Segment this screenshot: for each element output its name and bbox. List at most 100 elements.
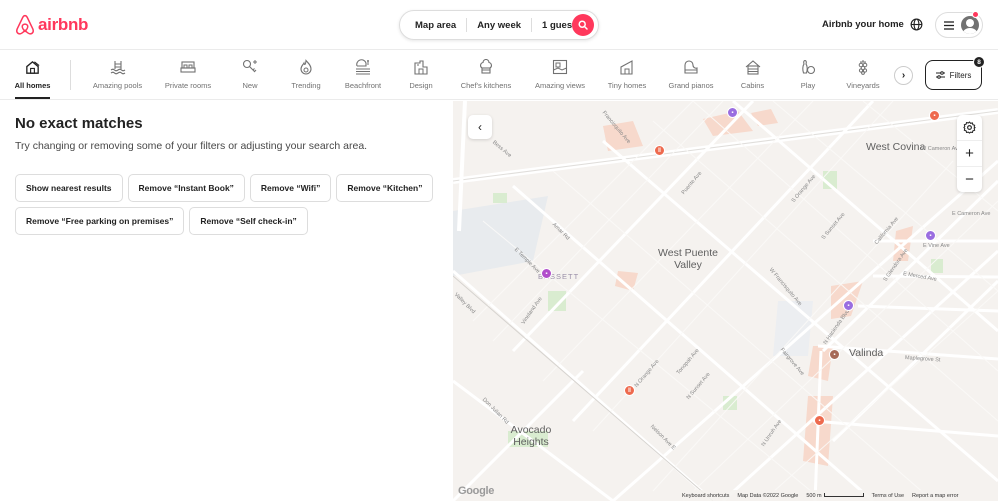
airbnb-logo[interactable]: airbnb — [15, 14, 88, 36]
map-scale-label: 500 m — [806, 492, 822, 499]
category-private-rooms[interactable]: Private rooms — [162, 58, 214, 90]
category-all-homes[interactable]: All homes — [15, 58, 50, 90]
category-play[interactable]: Play — [799, 58, 817, 90]
category-divider — [70, 60, 71, 90]
category-vineyards[interactable]: Vineyards — [845, 58, 881, 90]
poi-restaurant-icon[interactable]: ǁ — [654, 145, 665, 156]
minus-icon: − — [965, 171, 974, 188]
bed-icon — [179, 58, 197, 76]
category-trending[interactable]: Trending — [289, 58, 323, 90]
chevron-right-icon: › — [901, 70, 906, 81]
host-link[interactable]: Airbnb your home — [822, 19, 904, 30]
place-label-avocado-heights: Avocado Heights — [510, 424, 552, 448]
category-amazing-views[interactable]: Amazing views — [533, 58, 587, 90]
category-label: Amazing pools — [92, 81, 143, 90]
flame-icon — [297, 58, 315, 76]
piano-icon — [682, 58, 700, 76]
key-sparkle-icon — [241, 58, 259, 76]
landscape-frame-icon — [551, 58, 569, 76]
search-icon — [578, 20, 588, 30]
category-label: All homes — [14, 81, 51, 90]
sliders-icon — [935, 71, 945, 79]
globe-icon — [910, 18, 923, 31]
poi-shopping-icon[interactable]: ▪ — [727, 107, 738, 118]
category-next-button[interactable]: › — [894, 66, 913, 85]
poi-restaurant-icon[interactable]: ǁ — [624, 385, 635, 396]
remove-wifi-button[interactable]: Remove “Wifi” — [249, 174, 332, 202]
category-label: Vineyards — [846, 81, 880, 90]
street-label: W Cameron Ave — [921, 146, 961, 152]
category-beachfront[interactable]: Beachfront — [343, 58, 383, 90]
place-label-west-covina: West Covina — [866, 141, 926, 153]
terms-link[interactable]: Terms of Use — [872, 493, 904, 499]
logo-text: airbnb — [38, 15, 89, 34]
poi-store-icon[interactable]: ▪ — [929, 110, 940, 121]
category-design[interactable]: Design — [408, 58, 434, 90]
place-label-west-puente-valley: West Puente Valley — [658, 247, 718, 271]
category-label: Cabins — [740, 81, 765, 90]
filters-label: Filters — [949, 70, 972, 80]
remove-instant-book-button[interactable]: Remove “Instant Book” — [127, 174, 245, 202]
category-label: Beachfront — [344, 81, 382, 90]
street-label: E Cameron Ave — [952, 211, 991, 217]
cabin-icon — [744, 58, 762, 76]
category-label: Trending — [291, 81, 321, 90]
remove-free-parking-button[interactable]: Remove “Free parking on premises” — [15, 207, 185, 235]
category-new[interactable]: New — [240, 58, 260, 90]
show-nearest-results-button[interactable]: Show nearest results — [15, 174, 123, 202]
keyboard-shortcuts-link[interactable]: Keyboard shortcuts — [682, 493, 729, 499]
results-panel: No exact matches Try changing or removin… — [0, 101, 453, 501]
poi-cafe-icon[interactable]: ▪ — [829, 349, 840, 360]
poi-shopping-icon[interactable]: ▪ — [843, 300, 854, 311]
zoom-out-button[interactable]: − — [957, 167, 982, 192]
street-label: E Vine Ave — [923, 243, 950, 249]
category-grand-pianos[interactable]: Grand pianos — [667, 58, 715, 90]
results-title: No exact matches — [15, 115, 143, 132]
map-attribution: Keyboard shortcuts Map Data ©2022 Google… — [679, 490, 962, 501]
map[interactable]: West Covina West Puente Valley BASSETT V… — [453, 101, 998, 501]
poi-store-icon[interactable]: ▪ — [814, 415, 825, 426]
search-bar[interactable]: Map area Any week 1 guest — [399, 10, 599, 40]
hamburger-menu-icon — [944, 20, 954, 30]
map-controls: + − — [957, 115, 982, 192]
map-settings-button[interactable] — [957, 115, 982, 141]
filters-count-badge: 8 — [973, 56, 985, 68]
search-dates[interactable]: Any week — [477, 20, 531, 31]
active-category-underline — [15, 97, 50, 99]
poi-shopping-icon[interactable]: ▪ — [541, 268, 552, 279]
plus-icon: + — [965, 145, 974, 162]
report-map-error-link[interactable]: Report a map error — [912, 493, 958, 499]
zoom-in-button[interactable]: + — [957, 141, 982, 167]
remove-self-check-in-button[interactable]: Remove “Self check-in” — [189, 207, 308, 235]
category-label: Chef's kitchens — [460, 81, 512, 90]
category-cabins[interactable]: Cabins — [740, 58, 765, 90]
remove-kitchen-button[interactable]: Remove “Kitchen” — [336, 174, 434, 202]
house-stack-icon — [24, 58, 42, 76]
category-label: Grand pianos — [668, 81, 714, 90]
filters-button[interactable]: Filters 8 — [925, 56, 985, 90]
category-amazing-pools[interactable]: Amazing pools — [90, 58, 145, 90]
beach-umbrella-icon — [354, 58, 372, 76]
poi-shopping-icon[interactable]: ▪ — [925, 230, 936, 241]
bowling-icon — [799, 58, 817, 76]
category-label: Play — [800, 81, 816, 90]
scale-bar — [823, 493, 864, 498]
collapse-map-button[interactable]: ‹ — [468, 115, 492, 139]
category-tiny-homes[interactable]: Tiny homes — [606, 58, 648, 90]
design-building-icon — [412, 58, 430, 76]
user-menu-button[interactable] — [935, 11, 983, 38]
language-button[interactable] — [910, 18, 923, 36]
top-header: airbnb Map area Any week 1 guest Airbnb … — [0, 0, 998, 50]
airbnb-belo-icon — [15, 14, 35, 35]
category-label: Amazing views — [534, 81, 586, 90]
notification-dot — [972, 11, 979, 18]
chevron-left-icon: ‹ — [478, 120, 482, 134]
search-location[interactable]: Map area — [415, 20, 466, 31]
map-data-credit: Map Data ©2022 Google — [737, 492, 799, 499]
search-button[interactable] — [572, 14, 594, 36]
suggestion-chips: Show nearest results Remove “Instant Boo… — [15, 174, 445, 235]
category-label: Private rooms — [164, 81, 212, 90]
gear-icon — [963, 121, 976, 134]
place-label-valinda: Valinda — [849, 347, 884, 359]
category-chefs-kitchens[interactable]: Chef's kitchens — [458, 58, 514, 90]
